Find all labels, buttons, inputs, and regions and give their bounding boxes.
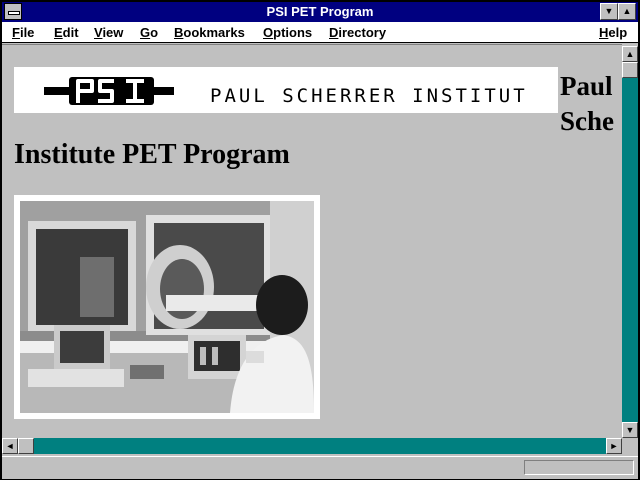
psi-logo-icon <box>44 77 174 105</box>
truncated-heading-line2: Sche <box>560 106 614 136</box>
status-bar <box>2 456 638 479</box>
menu-edit[interactable]: Edit <box>54 25 79 40</box>
page-heading: Institute PET Program <box>14 139 290 170</box>
menu-bar: File Edit View Go Bookmarks Options Dire… <box>2 22 638 43</box>
menu-go[interactable]: Go <box>140 25 158 40</box>
truncated-heading: Paul Sche <box>560 69 614 139</box>
scroll-left-button[interactable]: ◄ <box>2 438 18 454</box>
psi-banner-image: PAUL SCHERRER INSTITUT <box>14 67 558 113</box>
minimize-button[interactable]: ▼ <box>600 3 618 20</box>
menu-directory[interactable]: Directory <box>329 25 386 40</box>
menu-bookmarks[interactable]: Bookmarks <box>174 25 245 40</box>
scroll-down-button[interactable]: ▼ <box>622 422 638 438</box>
vertical-scrollbar[interactable]: ▲ ▼ <box>622 46 638 438</box>
vertical-scroll-thumb[interactable] <box>622 62 638 78</box>
truncated-heading-line1: Paul <box>560 71 613 101</box>
scroll-right-button[interactable]: ► <box>606 438 622 454</box>
maximize-button[interactable]: ▲ <box>618 3 636 20</box>
menu-options[interactable]: Options <box>263 25 312 40</box>
horizontal-scroll-thumb[interactable] <box>18 438 34 454</box>
document-view: PAUL SCHERRER INSTITUT Paul Sche Institu… <box>2 44 622 439</box>
horizontal-scrollbar[interactable]: ◄ ► <box>2 438 622 454</box>
scroll-up-button[interactable]: ▲ <box>622 46 638 62</box>
browser-window: PSI PET Program ▼ ▲ File Edit View Go Bo… <box>0 0 640 480</box>
window-title: PSI PET Program <box>266 4 374 19</box>
menu-file[interactable]: File <box>12 25 34 40</box>
menu-view[interactable]: View <box>94 25 123 40</box>
logo-text: PAUL SCHERRER INSTITUT <box>210 85 528 107</box>
title-bar[interactable]: PSI PET Program ▼ ▲ <box>2 2 638 22</box>
menu-help[interactable]: Help <box>599 25 627 40</box>
progress-indicator <box>524 460 634 475</box>
scrollbar-corner <box>622 438 638 454</box>
pet-room-photo-image <box>20 201 314 413</box>
pet-room-photo <box>14 195 320 419</box>
